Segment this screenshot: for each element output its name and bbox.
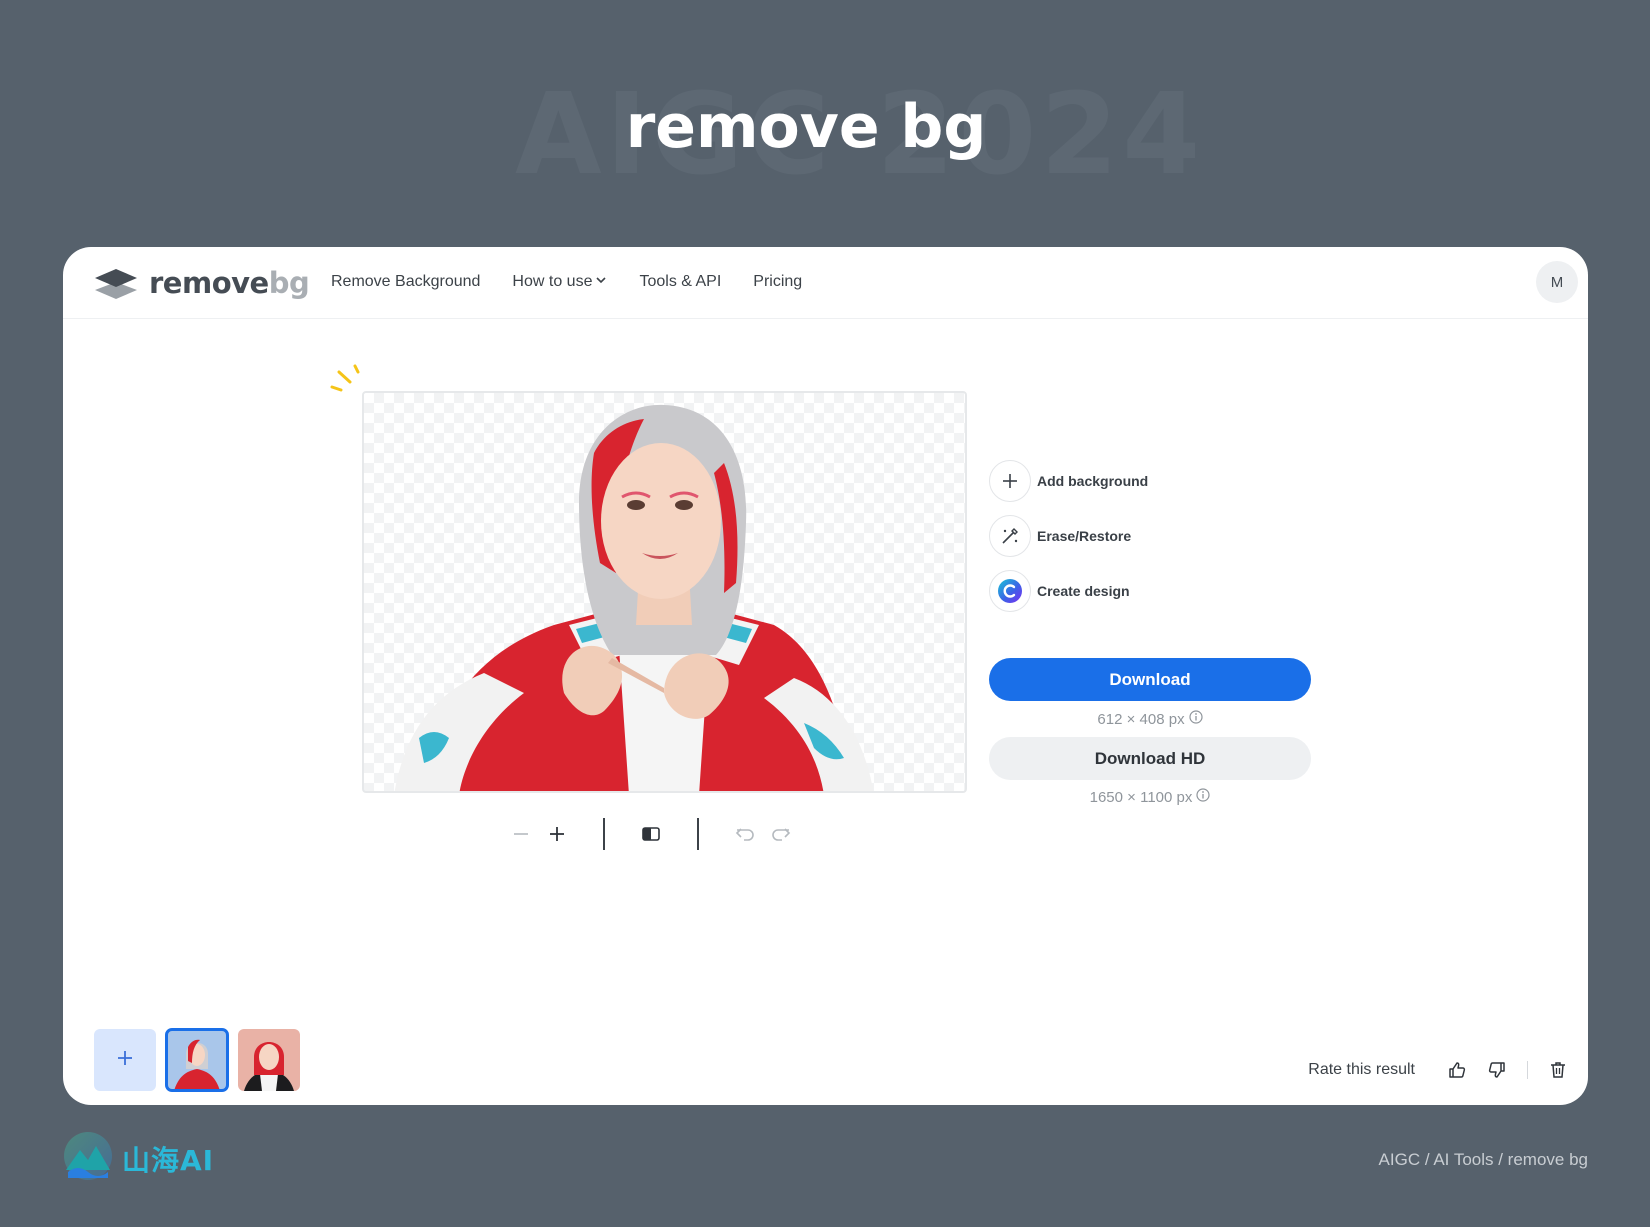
editor-toolbar bbox=[503, 817, 799, 851]
result-preview[interactable] bbox=[362, 391, 967, 793]
cutout-subject-image bbox=[394, 404, 874, 791]
info-icon[interactable] bbox=[1188, 710, 1203, 728]
download-button[interactable]: Download bbox=[989, 658, 1311, 701]
plus-icon bbox=[115, 1048, 135, 1073]
thumbnail-image[interactable] bbox=[238, 1029, 300, 1091]
removebg-logo[interactable]: removebg bbox=[93, 265, 310, 301]
add-background-button[interactable]: Add background bbox=[989, 459, 1148, 503]
canva-logo-icon bbox=[989, 570, 1031, 612]
page-title: remove bg bbox=[625, 92, 987, 162]
chevron-down-icon bbox=[595, 273, 607, 291]
download-hd-button[interactable]: Download HD bbox=[989, 737, 1311, 780]
zoom-in-icon[interactable] bbox=[539, 817, 575, 851]
compare-icon[interactable] bbox=[633, 817, 669, 851]
thumbnail-image[interactable] bbox=[165, 1028, 229, 1092]
redo-icon[interactable] bbox=[763, 817, 799, 851]
nav-pricing[interactable]: Pricing bbox=[753, 273, 802, 291]
download-size-note: 612 × 408 px bbox=[989, 710, 1311, 728]
footer-logo: 山海AI bbox=[62, 1130, 214, 1187]
undo-icon[interactable] bbox=[727, 817, 763, 851]
info-icon[interactable] bbox=[1196, 788, 1210, 806]
layers-logo-icon bbox=[93, 265, 139, 301]
plus-icon bbox=[989, 460, 1031, 502]
rating-bar: Rate this result bbox=[1308, 1055, 1578, 1085]
toolbar-divider bbox=[697, 818, 699, 850]
create-design-button[interactable]: Create design bbox=[989, 569, 1148, 613]
user-avatar[interactable]: M bbox=[1536, 261, 1578, 303]
erase-restore-button[interactable]: Erase/Restore bbox=[989, 514, 1148, 558]
app-window: removebg Remove Background How to use To… bbox=[63, 247, 1588, 1105]
nav-links: Remove Background How to use Tools & API… bbox=[331, 273, 802, 291]
trash-icon[interactable] bbox=[1538, 1055, 1578, 1085]
nav-tools-api[interactable]: Tools & API bbox=[639, 273, 721, 291]
top-navigation: removebg Remove Background How to use To… bbox=[63, 247, 1588, 319]
edit-actions: Add background Erase/Restore Create desi… bbox=[989, 459, 1148, 624]
thumbs-up-icon[interactable] bbox=[1437, 1055, 1477, 1085]
toolbar-divider bbox=[603, 818, 605, 850]
nav-how-to-use[interactable]: How to use bbox=[512, 273, 607, 291]
logo-wordmark: removebg bbox=[149, 266, 310, 300]
rating-divider bbox=[1527, 1061, 1528, 1079]
magic-brush-icon bbox=[989, 515, 1031, 557]
zoom-out-icon[interactable] bbox=[503, 817, 539, 851]
mountain-wave-logo-icon bbox=[62, 1130, 114, 1187]
image-thumbnails bbox=[94, 1028, 300, 1092]
nav-remove-background[interactable]: Remove Background bbox=[331, 273, 480, 291]
footer-brand: 山海AI bbox=[122, 1143, 215, 1177]
upload-image-button[interactable] bbox=[94, 1029, 156, 1091]
download-hd-size-note: 1650 × 1100 px bbox=[989, 788, 1311, 806]
thumbs-down-icon[interactable] bbox=[1477, 1055, 1517, 1085]
breadcrumb: AIGC / AI Tools / remove bg bbox=[1378, 1150, 1588, 1169]
